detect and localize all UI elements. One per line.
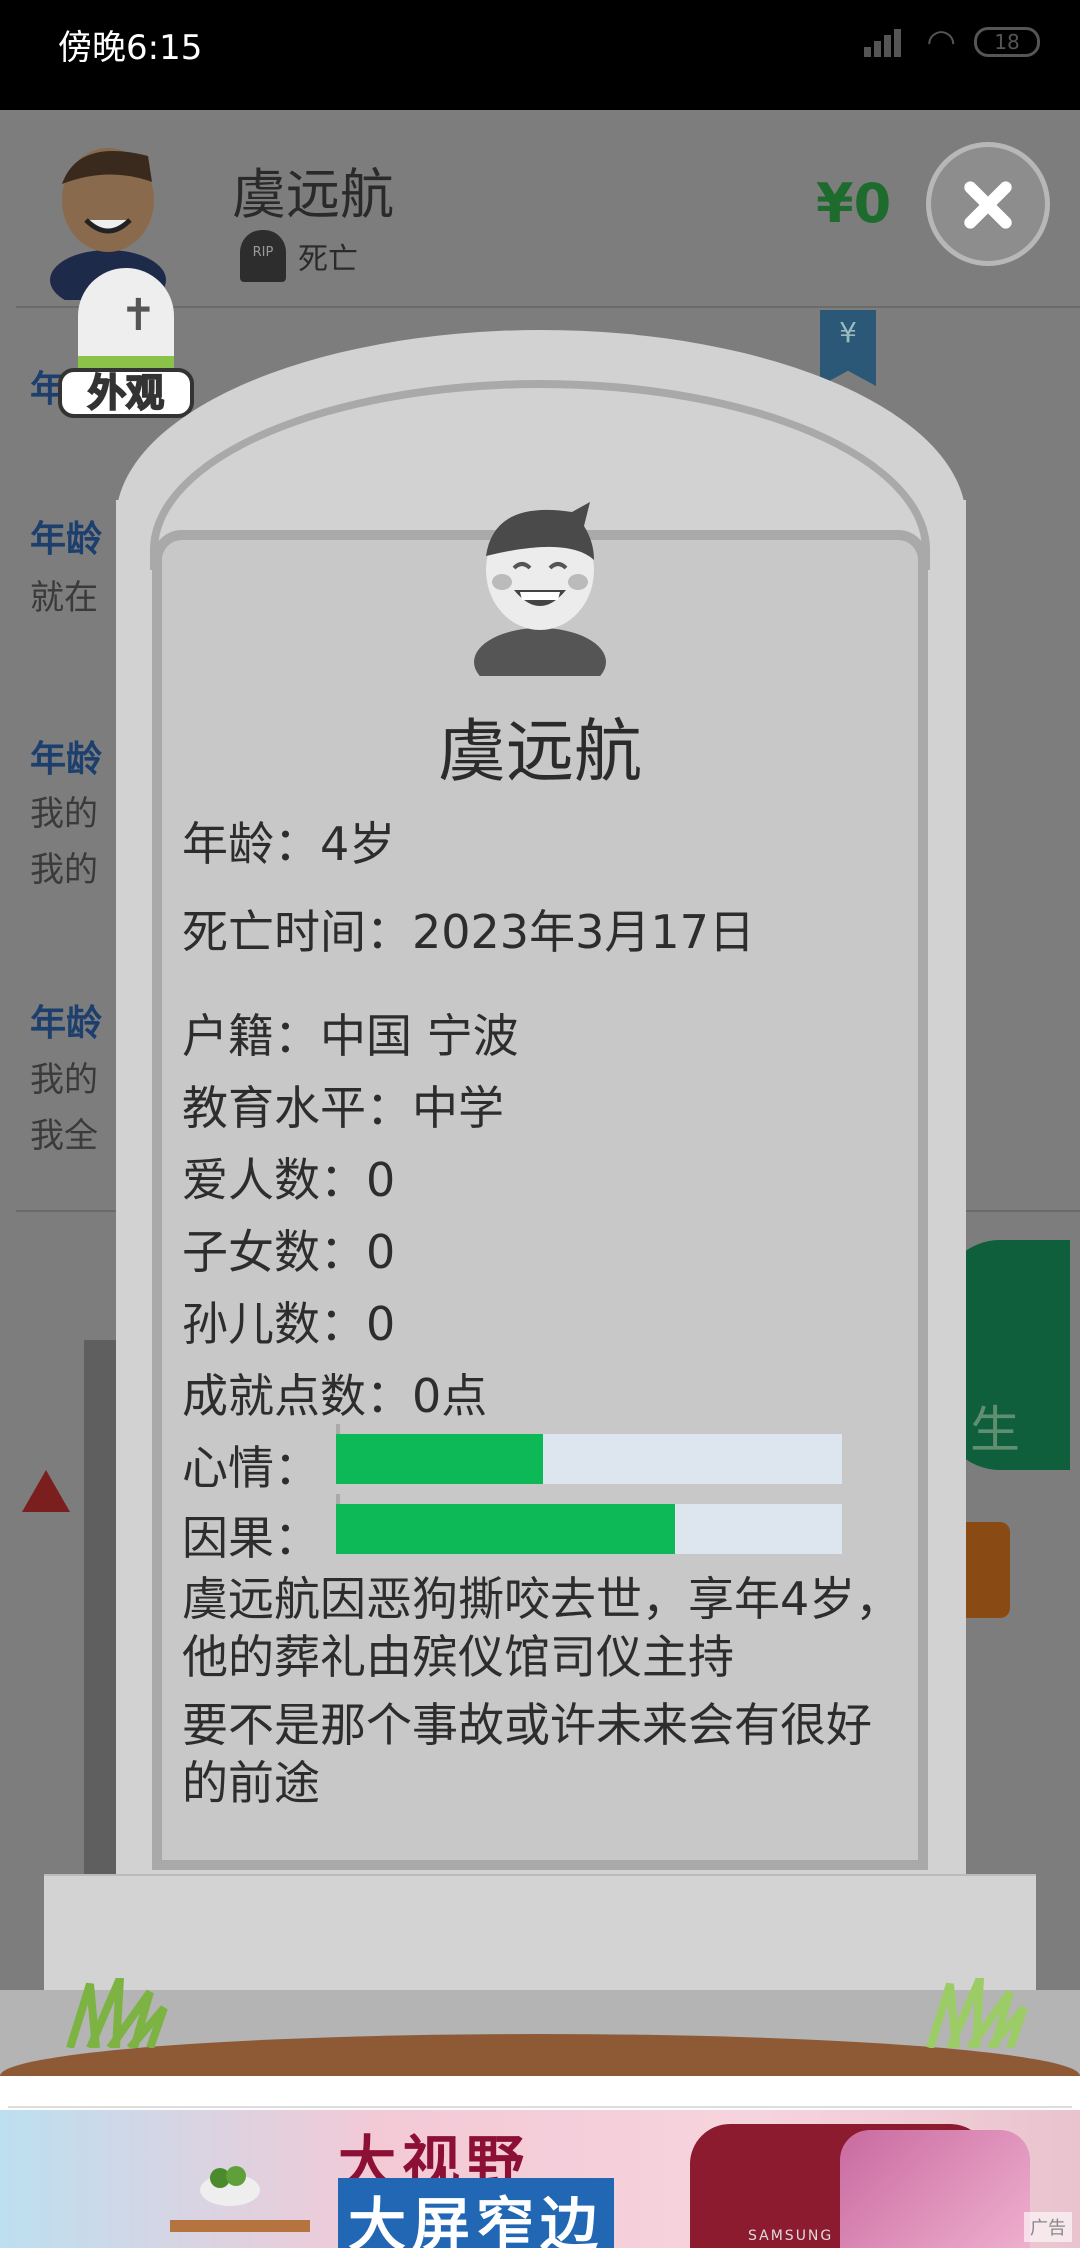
close-button[interactable] [926, 142, 1050, 266]
status-icons: ◠ 18 [864, 22, 1040, 62]
plant-image [170, 2166, 310, 2232]
karma-bar-fill [336, 1504, 676, 1554]
entry-text: 我的 [30, 850, 98, 890]
status-time: 傍晚6:15 [58, 28, 203, 68]
age-label: 年龄：4岁 [182, 817, 396, 871]
death-date-label: 死亡时间：2023年3月17日 [182, 905, 755, 959]
entry-text: 我全 [30, 1116, 98, 1156]
mood-label: 心情： [182, 1441, 320, 1495]
ad-separator [0, 2076, 1080, 2110]
tombstone-avatar [474, 502, 606, 676]
background-name: 虞远航 [232, 163, 394, 226]
entry-text: 我的 [30, 1060, 98, 1100]
battery-icon: 18 [974, 27, 1040, 57]
mood-bar [336, 1434, 842, 1484]
wifi-icon: ◠ [926, 22, 956, 62]
grass-left [66, 1978, 168, 2048]
entry-text: 就在 [30, 578, 98, 618]
entry-age: 年龄 [30, 519, 103, 560]
children-label: 子女数：0 [182, 1225, 396, 1279]
grass-right [926, 1978, 1028, 2048]
green-action-label: 生 [970, 1401, 1020, 1459]
status-bar: 傍晚6:15 ◠ 18 [0, 0, 1080, 110]
epitaph-note: 要不是那个事故或许未来会有很好的前途 [182, 1698, 872, 1810]
entry-age: 年龄 [30, 1003, 103, 1044]
money-display: ¥0 [816, 172, 892, 235]
grandchildren-label: 孙儿数：0 [182, 1297, 396, 1351]
phone-screen [840, 2130, 1030, 2248]
achievements-label: 成就点数：0点 [182, 1369, 488, 1423]
cross-icon: ✝ [120, 290, 157, 341]
tombstone-name: 虞远航 [437, 713, 642, 792]
hometown-label: 户籍：中国 宁波 [182, 1009, 519, 1063]
bookmark-icon[interactable]: ¥ [820, 310, 876, 386]
rip-icon: RIP [240, 230, 286, 282]
ad-banner[interactable]: 大视野 大屏窄边 SAMSUNG 广告 [0, 2110, 1080, 2248]
ad-tag: 广告 [1024, 2212, 1072, 2242]
karma-label: 因果： [182, 1511, 320, 1565]
tombstone-base [44, 1874, 1036, 2004]
mood-bar-fill [336, 1434, 544, 1484]
ad-brand: SAMSUNG [748, 2228, 834, 2244]
epitaph-cause: 虞远航因恶狗撕咬去世，享年4岁，他的葬礼由殡仪馆司仪主持 [182, 1572, 902, 1684]
signal-icon [864, 27, 908, 57]
education-label: 教育水平：中学 [182, 1081, 504, 1135]
ad-subheadline: 大屏窄边 [338, 2178, 615, 2248]
appearance-label: 外观 [58, 368, 194, 418]
karma-bar [336, 1504, 842, 1554]
background-status: RIP 死亡 [240, 230, 358, 282]
warning-icon [22, 1470, 70, 1512]
lovers-label: 爱人数：0 [182, 1153, 396, 1207]
appearance-button[interactable]: ✝ 外观 [58, 268, 194, 418]
background-status-label: 死亡 [298, 242, 358, 277]
